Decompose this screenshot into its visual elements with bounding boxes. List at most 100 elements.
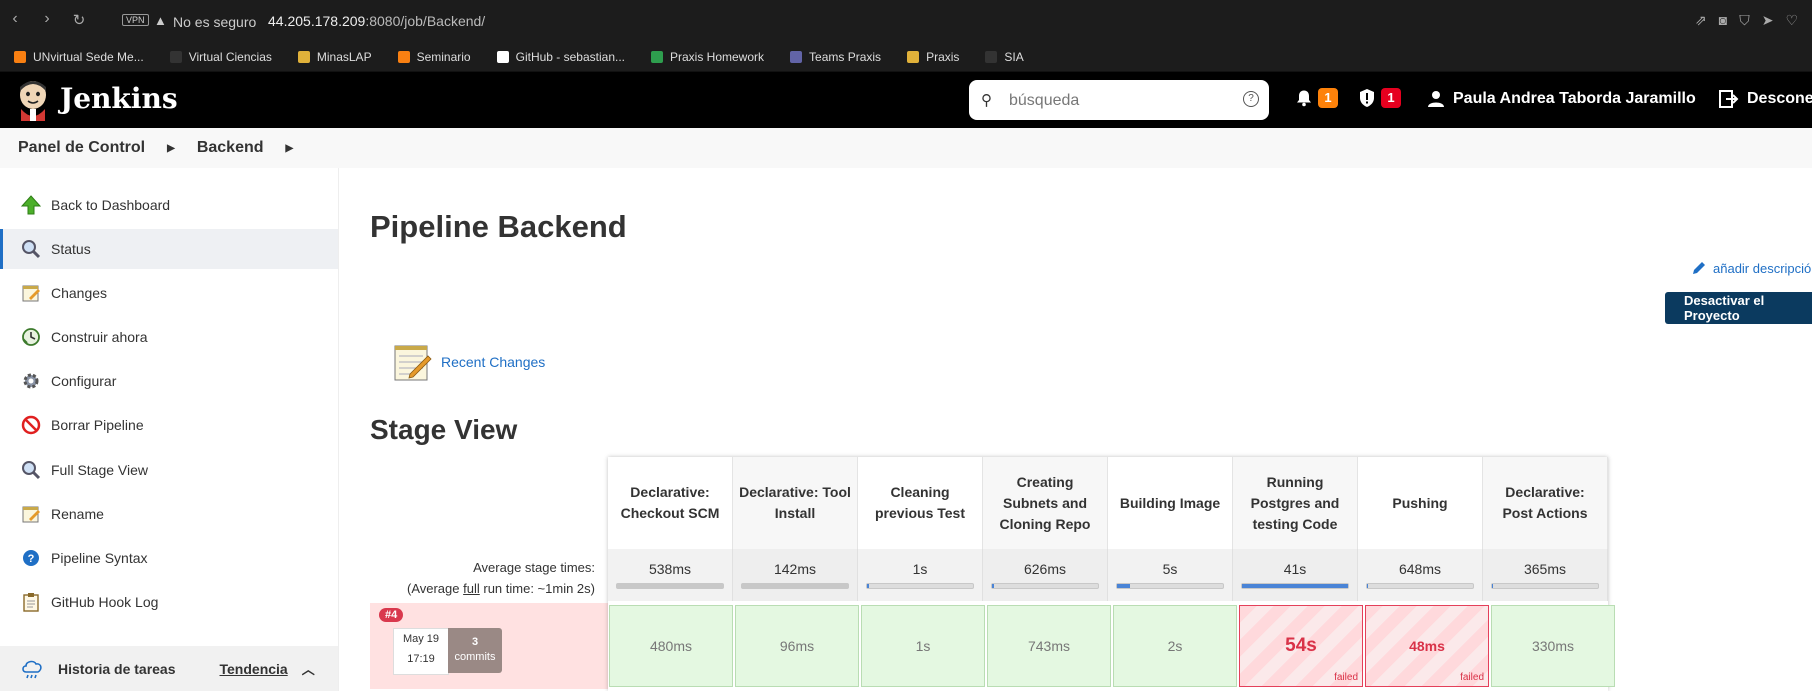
notifications-button[interactable]: 1: [1295, 88, 1338, 108]
share-icon[interactable]: ⇗: [1695, 12, 1707, 29]
send-icon[interactable]: ➤: [1762, 12, 1774, 29]
stage-progress-fill: [1242, 584, 1348, 588]
help-icon[interactable]: ?: [1243, 91, 1259, 107]
help-icon: ?: [20, 547, 42, 569]
notepad-icon: [20, 503, 42, 525]
recent-changes-link[interactable]: Recent Changes: [390, 340, 545, 384]
stage-header: Running Postgres and testing Code: [1233, 457, 1358, 549]
commits-badge[interactable]: 3 commits: [448, 628, 502, 673]
bookmark-item[interactable]: UNvirtual Sede Me...: [14, 50, 144, 64]
stage-header: Declarative: Tool Install: [733, 457, 858, 549]
insecure-label[interactable]: No es seguro: [173, 14, 256, 30]
up-arrow-icon: [20, 194, 42, 216]
search-box: ⚲ ?: [969, 80, 1269, 120]
sidebar-item-construir-ahora[interactable]: Construir ahora: [0, 317, 338, 357]
bookmark-item[interactable]: SIA: [985, 50, 1024, 64]
stage-result-failed[interactable]: 48ms failed: [1365, 605, 1489, 687]
sidebar-item-label: Construir ahora: [51, 329, 148, 345]
sidebar-item-pipeline-syntax[interactable]: ? Pipeline Syntax: [0, 538, 338, 578]
sidebar-item-changes[interactable]: Changes: [0, 273, 338, 313]
forward-arrow-icon[interactable]: ›: [38, 10, 56, 28]
stage-average: 538ms: [608, 549, 733, 601]
heart-icon[interactable]: ♡: [1785, 12, 1798, 29]
bookmark-label: UNvirtual Sede Me...: [33, 49, 144, 64]
bookmark-item[interactable]: Virtual Ciencias: [169, 50, 272, 64]
stage-progress-bar: [1116, 583, 1224, 589]
breadcrumb-backend[interactable]: Backend: [197, 139, 264, 157]
bookmark-item[interactable]: Teams Praxis: [790, 50, 881, 64]
stage-result-success[interactable]: 1s: [861, 605, 985, 687]
stage-header: Building Image: [1108, 457, 1233, 549]
stage-average: 142ms: [733, 549, 858, 601]
stage-result-success[interactable]: 743ms: [987, 605, 1111, 687]
stage-average: 365ms: [1483, 549, 1608, 601]
logout-icon: [1719, 90, 1739, 108]
notepad-icon: [394, 345, 432, 381]
sidebar-item-full-stage-view[interactable]: Full Stage View: [0, 450, 338, 490]
bookmark-item[interactable]: MinasLAP: [297, 50, 372, 64]
sidebar-item-back-to-dashboard[interactable]: Back to Dashboard: [0, 185, 338, 225]
build-row-header[interactable]: #4 May 19 17:19 3 commits: [370, 603, 608, 689]
shield-icon[interactable]: ⛉: [1739, 12, 1750, 29]
build-history-header: Historia de tareas Tendencia ︿: [0, 646, 338, 691]
sidebar-item-rename[interactable]: Rename: [0, 494, 338, 534]
bookmark-label: Seminario: [416, 49, 471, 64]
breadcrumb-chevron-icon[interactable]: ▶: [167, 143, 175, 154]
stage-result-success[interactable]: 2s: [1113, 605, 1237, 687]
jenkins-brand[interactable]: Jenkins: [60, 82, 178, 115]
sidebar-item-borrar-pipeline[interactable]: Borrar Pipeline: [0, 405, 338, 445]
stage-result-success[interactable]: 480ms: [609, 605, 733, 687]
vpn-badge[interactable]: VPN: [122, 14, 149, 26]
stage-run-cell: 480ms: [608, 605, 734, 691]
stage-result-success[interactable]: 96ms: [735, 605, 859, 687]
sidebar-item-configurar[interactable]: Configurar: [0, 361, 338, 401]
add-description-link[interactable]: añadir descripción: [1691, 260, 1812, 276]
history-label: Historia de tareas: [58, 660, 176, 677]
stage-run-time: 96ms: [779, 638, 815, 654]
stage-run-cell: 2s: [1112, 605, 1238, 691]
bookmark-item[interactable]: GitHub - sebastian...: [496, 50, 625, 64]
logout-button[interactable]: Desconectar: [1719, 90, 1812, 108]
bookmark-item[interactable]: Praxis Homework: [651, 50, 764, 64]
bookmark-item[interactable]: Praxis: [907, 50, 959, 64]
failed-label: failed: [1334, 672, 1358, 683]
avg-full-suffix: run time: ~1min 2s): [479, 581, 595, 596]
gear-icon: [20, 370, 42, 392]
reload-icon[interactable]: ↻: [70, 11, 88, 29]
sidebar-item-github-hook-log[interactable]: GitHub Hook Log: [0, 582, 338, 622]
stage-result-failed[interactable]: 54s failed: [1239, 605, 1363, 687]
stage-run-time: 48ms: [1409, 638, 1445, 654]
stage-average-time: 142ms: [773, 561, 817, 577]
build-date-time: 17:19: [407, 653, 435, 665]
disable-project-button[interactable]: Desactivar el Proyecto: [1665, 292, 1812, 324]
jenkins-logo-icon[interactable]: [16, 79, 50, 121]
camera-icon[interactable]: ◙: [1719, 12, 1727, 29]
address-bar[interactable]: 44.205.178.209:8080/job/Backend/: [268, 13, 485, 29]
chevron-up-icon[interactable]: ︿: [302, 659, 315, 678]
sidebar-item-status[interactable]: Status: [0, 229, 338, 269]
stage-average-time: 5s: [1162, 561, 1178, 577]
security-button[interactable]: 1: [1358, 88, 1401, 108]
breadcrumb-chevron-icon[interactable]: ▶: [286, 143, 294, 154]
trend-link[interactable]: Tendencia: [220, 661, 288, 677]
notifications-count-badge: 1: [1318, 88, 1338, 108]
cloud-rain-icon: [22, 660, 42, 678]
build-number-badge[interactable]: #4: [379, 608, 404, 622]
failed-label: failed: [1460, 672, 1484, 683]
bookmark-item[interactable]: Seminario: [397, 49, 471, 64]
stage-progress-fill: [992, 584, 995, 588]
logout-label: Desconectar: [1747, 90, 1812, 107]
stage-progress-bar: [991, 583, 1099, 589]
stage-progress-bar: [1491, 583, 1599, 589]
add-description-label: añadir descripción: [1713, 260, 1812, 276]
breadcrumb-dashboard[interactable]: Panel de Control: [18, 139, 145, 157]
url-path: :8080/job/Backend/: [365, 13, 486, 29]
bookmark-label: Teams Praxis: [809, 49, 882, 64]
back-arrow-icon[interactable]: ‹: [6, 10, 24, 28]
search-input[interactable]: [1007, 86, 1231, 116]
stage-result-success[interactable]: 330ms: [1491, 605, 1615, 687]
commits-count: 3: [471, 636, 479, 648]
stage-run-time: 54s: [1285, 635, 1317, 656]
user-menu[interactable]: Paula Andrea Taborda Jaramillo: [1427, 90, 1696, 108]
stage-header: Creating Subnets and Cloning Repo: [983, 457, 1108, 549]
